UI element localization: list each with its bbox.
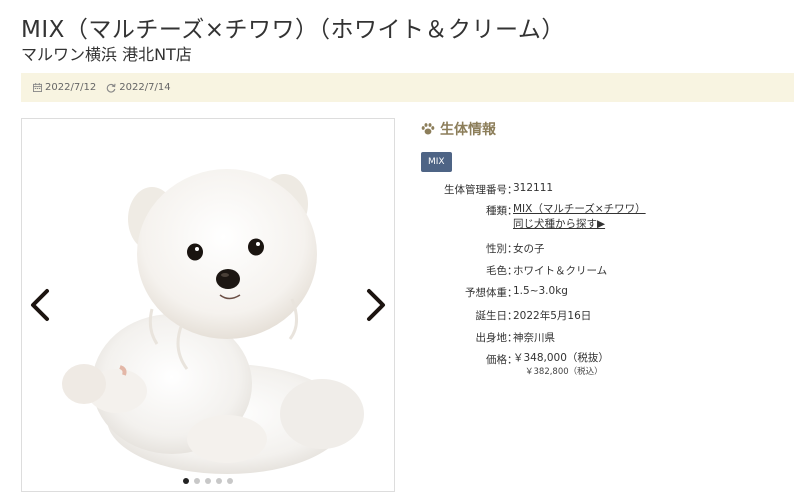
gallery-dot[interactable] bbox=[183, 478, 189, 484]
gallery-dots bbox=[22, 478, 394, 484]
gallery-dot[interactable] bbox=[227, 478, 233, 484]
spec-value: ホワイト＆クリーム bbox=[513, 265, 608, 277]
gallery-dot[interactable] bbox=[216, 478, 222, 484]
spec-row-sex: 性別：女の子 bbox=[421, 241, 545, 256]
breed-link[interactable]: MIX（マルチーズ×チワワ） bbox=[513, 202, 646, 217]
spec-value: 女の子 bbox=[513, 243, 545, 255]
page-title: MIX（マルチーズ×チワワ）（ホワイト＆クリーム） bbox=[21, 17, 565, 43]
date-bar: 2022/7/12 2022/7/14 bbox=[21, 73, 794, 102]
pet-info-panel: 生体情報 MIX 生体管理番号： 312111 種類： MIX（マルチーズ×チワワ… bbox=[421, 118, 801, 377]
section-title: 生体情報 bbox=[421, 118, 801, 140]
spec-row-origin: 出身地：神奈川県 bbox=[421, 330, 556, 345]
breed-badge: MIX bbox=[421, 152, 452, 172]
gallery-dot[interactable] bbox=[205, 478, 211, 484]
spec-row-birthday: 誕生日： 2022年5月16日 bbox=[421, 308, 592, 323]
spec-label: 種類 bbox=[486, 205, 507, 217]
calendar-icon bbox=[33, 83, 42, 92]
spec-label: 予想体重 bbox=[465, 287, 507, 299]
price-excl-tax: ￥348,000（税抜） bbox=[513, 352, 609, 364]
spec-row-price: 価格： ￥348,000（税抜） ￥382,800（税込） bbox=[421, 352, 609, 379]
price-incl-tax: ￥382,800（税込） bbox=[525, 367, 603, 377]
image-gallery[interactable] bbox=[21, 118, 395, 492]
refresh-icon bbox=[107, 83, 116, 93]
updated-date: 2022/7/14 bbox=[106, 82, 171, 93]
updated-date-text: 2022/7/14 bbox=[119, 82, 171, 93]
puppy-photo bbox=[62, 169, 364, 474]
gallery-prev-button[interactable] bbox=[25, 285, 55, 325]
spec-value: 312111 bbox=[513, 182, 554, 194]
spec-label: 毛色 bbox=[486, 265, 507, 277]
paw-icon bbox=[421, 123, 435, 135]
spec-value: 1.5~3.0kg bbox=[513, 285, 568, 297]
spec-label: 価格 bbox=[486, 354, 507, 366]
spec-label: 出身地 bbox=[475, 332, 508, 344]
published-date: 2022/7/12 bbox=[33, 82, 96, 93]
published-date-text: 2022/7/12 bbox=[45, 82, 97, 93]
gallery-next-button[interactable] bbox=[361, 285, 391, 325]
spec-row-breed: 種類： MIX（マルチーズ×チワワ） 同じ犬種から探す▶ bbox=[421, 203, 646, 232]
gallery-dot[interactable] bbox=[194, 478, 200, 484]
section-title-text: 生体情報 bbox=[440, 122, 496, 138]
spec-value: 2022年5月16日 bbox=[513, 310, 592, 322]
spec-row-color: 毛色：ホワイト＆クリーム bbox=[421, 263, 607, 278]
chevron-right-icon bbox=[367, 289, 385, 321]
spec-row-weight: 予想体重： 1.5~3.0kg bbox=[421, 285, 568, 300]
spec-value: 神奈川県 bbox=[513, 332, 555, 344]
spec-label: 生体管理番号 bbox=[444, 184, 507, 196]
spec-label: 誕生日 bbox=[475, 310, 508, 322]
chevron-left-icon bbox=[31, 289, 49, 321]
spec-label: 性別 bbox=[486, 243, 507, 255]
spec-row-id: 生体管理番号： 312111 bbox=[421, 182, 553, 197]
same-breed-search-link[interactable]: 同じ犬種から探す▶ bbox=[513, 217, 646, 232]
shop-name: マルワン横浜 港北NT店 bbox=[21, 45, 192, 64]
